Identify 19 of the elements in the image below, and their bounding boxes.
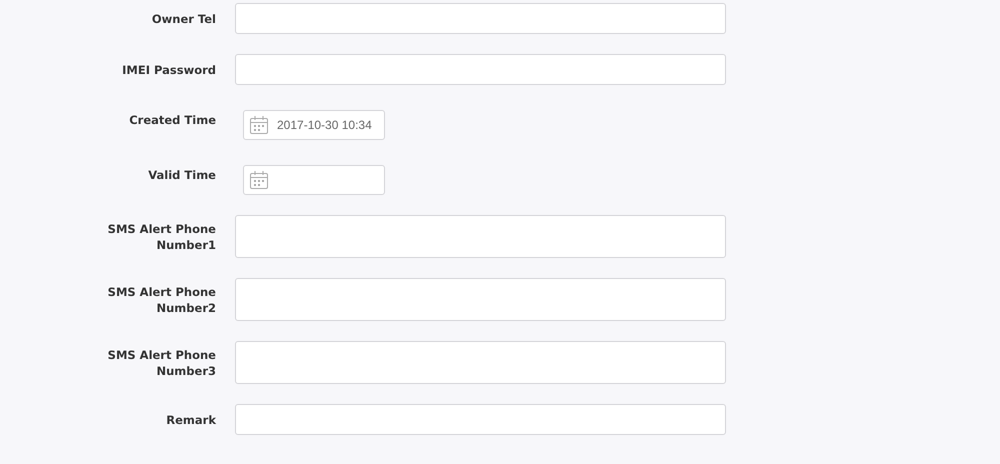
input-field[interactable] [235, 3, 726, 34]
text-area[interactable] [235, 278, 726, 321]
text-area[interactable] [235, 341, 726, 384]
field-label: Valid Time [147, 167, 216, 183]
field-label: Owner Tel [150, 10, 216, 26]
date-field[interactable] [243, 165, 385, 195]
text-area[interactable] [235, 215, 726, 258]
field-label: Created Time [128, 112, 216, 128]
input-field[interactable] [235, 54, 726, 85]
date-value: 2017-10-30 10:34 [277, 117, 372, 134]
field-label: SMS Alert Phone Number2 [106, 284, 216, 316]
calendar-icon [249, 115, 269, 135]
calendar-icon [249, 170, 269, 190]
field-label: Remark [165, 412, 216, 428]
field-label: IMEI Password [121, 62, 216, 78]
input-field[interactable] [235, 404, 726, 435]
date-field[interactable]: 2017-10-30 10:34 [243, 110, 385, 140]
field-label: SMS Alert Phone Number1 [106, 220, 216, 252]
field-label: SMS Alert Phone Number3 [106, 346, 216, 378]
